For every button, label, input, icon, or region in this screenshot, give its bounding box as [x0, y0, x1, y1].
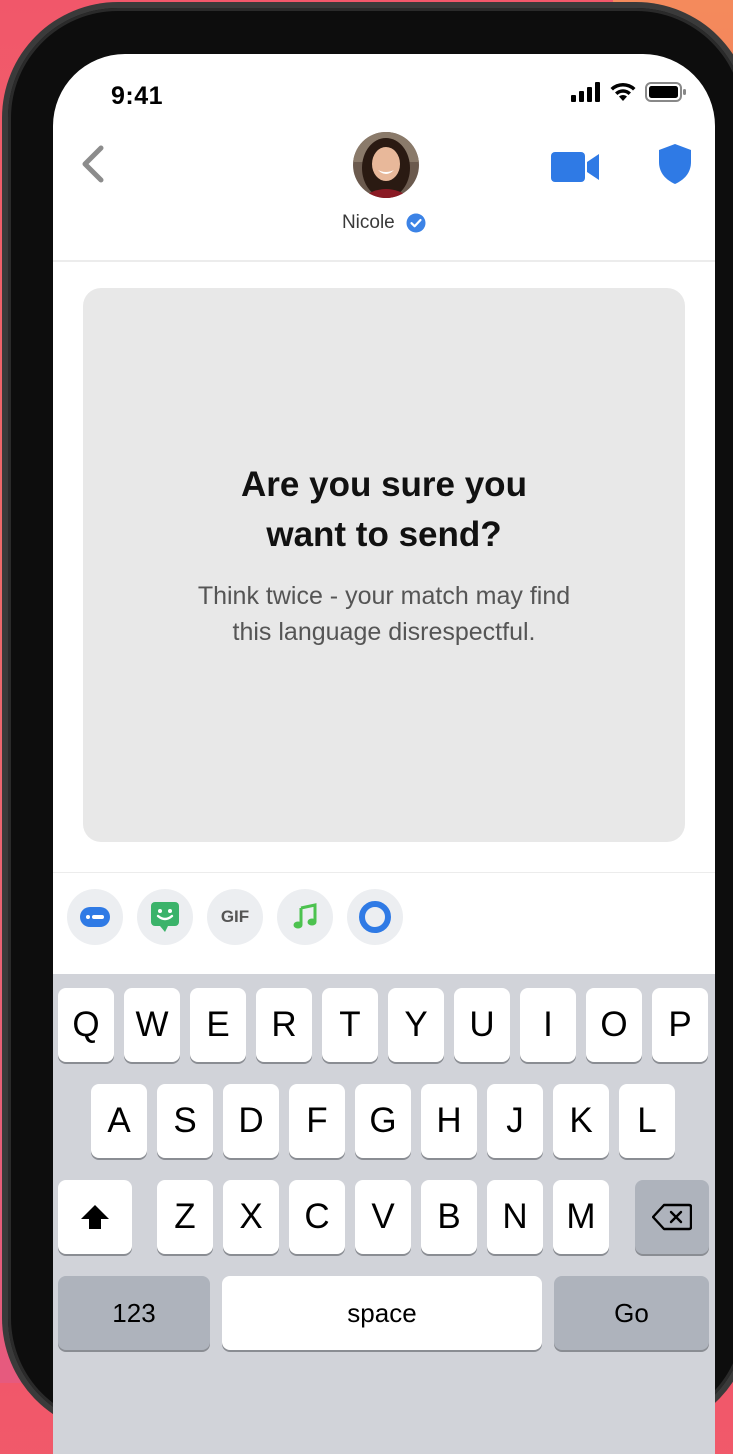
contact-name-row: Nicole: [53, 212, 715, 234]
go-key[interactable]: Go: [554, 1276, 709, 1350]
warning-title-line-1: Are you sure you: [241, 465, 527, 504]
status-icons: [571, 82, 687, 102]
phone-frame: 9:41 Nicole Are you sure you want to sen…: [8, 8, 733, 1454]
chat-header: Nicole: [53, 124, 715, 262]
status-time: 9:41: [111, 82, 164, 110]
shield-icon[interactable]: [657, 142, 693, 186]
gif-label: GIF: [220, 907, 250, 926]
space-key[interactable]: space: [222, 1276, 542, 1350]
message-button[interactable]: [67, 889, 123, 945]
warning-body: Think twice - your match may find this l…: [83, 578, 685, 650]
key-a[interactable]: A: [91, 1084, 147, 1158]
key-u[interactable]: U: [454, 988, 510, 1062]
key-j[interactable]: J: [487, 1084, 543, 1158]
music-icon: [293, 903, 317, 929]
key-c[interactable]: C: [289, 1180, 345, 1254]
message-icon: [80, 907, 110, 927]
ring-button[interactable]: [347, 889, 403, 945]
verified-badge-icon: [406, 213, 426, 233]
key-r[interactable]: R: [256, 988, 312, 1062]
key-l[interactable]: L: [619, 1084, 675, 1158]
send-warning-card: Are you sure you want to send? Think twi…: [83, 288, 685, 842]
message-toolbar: GIF: [53, 872, 715, 973]
numbers-key[interactable]: 123: [58, 1276, 210, 1350]
wifi-icon: [610, 82, 636, 101]
contact-name: Nicole: [341, 212, 395, 233]
key-x[interactable]: X: [223, 1180, 279, 1254]
warning-body-line-1: Think twice - your match may find: [197, 582, 571, 610]
key-e[interactable]: E: [190, 988, 246, 1062]
warning-title-line-2: want to send?: [266, 515, 502, 554]
status-bar: 9:41: [53, 54, 715, 134]
warning-body-line-2: this language disrespectful.: [232, 618, 536, 646]
sticker-button[interactable]: [137, 889, 193, 945]
key-s[interactable]: S: [157, 1084, 213, 1158]
keyboard: Q W E R T Y U I O P A S D F G H J K L Z …: [53, 974, 715, 1454]
key-y[interactable]: Y: [388, 988, 444, 1062]
key-z[interactable]: Z: [157, 1180, 213, 1254]
backspace-icon: [652, 1203, 692, 1231]
key-q[interactable]: Q: [58, 988, 114, 1062]
signal-icon: [571, 82, 600, 102]
key-n[interactable]: N: [487, 1180, 543, 1254]
shift-key[interactable]: [58, 1180, 132, 1254]
warning-title: Are you sure you want to send?: [83, 460, 685, 560]
video-call-icon[interactable]: [551, 150, 601, 184]
key-g[interactable]: G: [355, 1084, 411, 1158]
key-t[interactable]: T: [322, 988, 378, 1062]
key-h[interactable]: H: [421, 1084, 477, 1158]
gif-button[interactable]: GIF: [207, 889, 263, 945]
key-p[interactable]: P: [652, 988, 708, 1062]
music-button[interactable]: [277, 889, 333, 945]
key-d[interactable]: D: [223, 1084, 279, 1158]
screen: 9:41 Nicole Are you sure you want to sen…: [53, 54, 715, 1454]
key-w[interactable]: W: [124, 988, 180, 1062]
key-f[interactable]: F: [289, 1084, 345, 1158]
backspace-key[interactable]: [635, 1180, 709, 1254]
ring-icon: [359, 901, 391, 933]
avatar[interactable]: [353, 132, 419, 198]
battery-icon: [645, 82, 686, 102]
key-m[interactable]: M: [553, 1180, 609, 1254]
key-o[interactable]: O: [586, 988, 642, 1062]
key-i[interactable]: I: [520, 988, 576, 1062]
key-b[interactable]: B: [421, 1180, 477, 1254]
key-v[interactable]: V: [355, 1180, 411, 1254]
key-k[interactable]: K: [553, 1084, 609, 1158]
shift-icon: [81, 1205, 109, 1229]
sticker-icon: [151, 902, 179, 932]
back-chevron-icon[interactable]: [73, 142, 113, 186]
